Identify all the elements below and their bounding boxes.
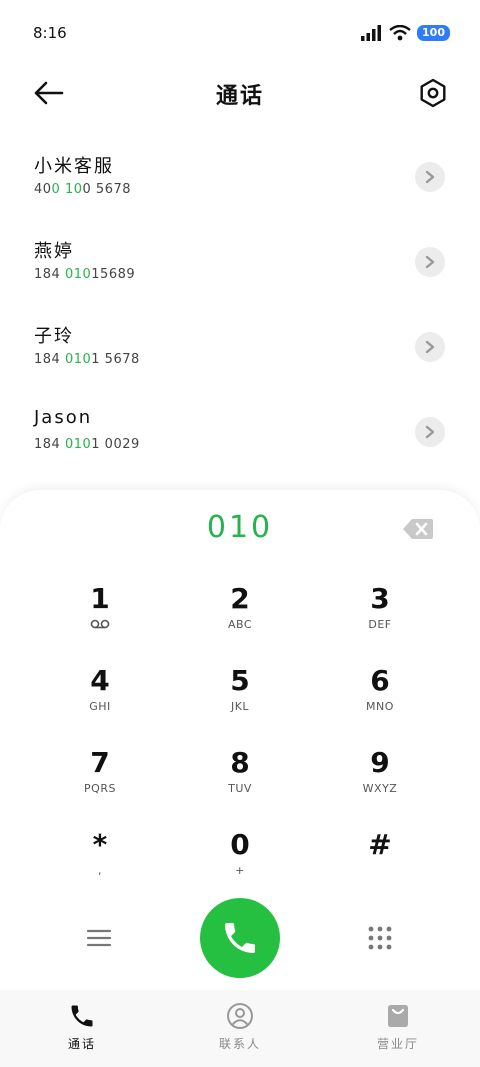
key-letters: PQRS	[84, 782, 116, 795]
key-letters: JKL	[230, 700, 250, 713]
details-button[interactable]	[415, 247, 445, 277]
key-letters: +	[235, 864, 245, 877]
key-letters: TUV	[228, 782, 252, 795]
key-letters: DEF	[368, 618, 392, 631]
chevron-right-icon	[425, 170, 435, 184]
chevron-right-icon	[425, 425, 435, 439]
delete-button[interactable]	[402, 518, 434, 540]
hamburger-menu-icon	[86, 929, 112, 947]
tab-store[interactable]: 营业厅	[338, 1002, 458, 1052]
header: 通话	[0, 66, 480, 122]
tab-label: 通话	[67, 1037, 96, 1051]
key-digit: 7	[90, 746, 110, 779]
key-5[interactable]: 5 JKL	[180, 664, 300, 734]
contact-results-list: 小米客服 400 100 5678 燕婷 184 01015689 子玲 184…	[0, 136, 480, 476]
key-letters: WXYZ	[362, 782, 398, 795]
contact-number: 184 0101 5678	[34, 352, 140, 367]
key-4[interactable]: 4 GHI	[40, 664, 160, 734]
tab-label: 联系人	[218, 1037, 261, 1051]
key-star[interactable]: * ,	[40, 828, 160, 898]
voicemail-icon	[40, 618, 160, 632]
key-letters: GHI	[89, 700, 111, 713]
bottom-tab-bar: 通话 联系人 营业厅	[0, 990, 480, 1067]
details-button[interactable]	[415, 417, 445, 447]
key-8[interactable]: 8 TUV	[180, 746, 300, 816]
list-item[interactable]: Jason 184 0101 0029	[0, 391, 480, 476]
phone-icon	[225, 923, 255, 953]
key-6[interactable]: 6 MNO	[320, 664, 440, 734]
key-digit: #	[368, 828, 392, 861]
key-2[interactable]: 2 ABC	[180, 582, 300, 652]
chevron-right-icon	[425, 255, 435, 269]
key-1[interactable]: 1	[40, 582, 160, 652]
tab-label: 营业厅	[376, 1037, 419, 1051]
key-9[interactable]: 9 WXYZ	[320, 746, 440, 816]
page-title: 通话	[215, 84, 264, 109]
battery-badge: 100	[417, 25, 450, 41]
key-digit: 8	[230, 746, 250, 779]
key-letters: ,	[98, 864, 102, 877]
contacts-icon	[227, 1003, 253, 1029]
key-digit: 3	[370, 582, 390, 615]
list-item[interactable]: 燕婷 184 01015689	[0, 221, 480, 306]
dialpad-icon	[368, 926, 392, 950]
wifi-icon	[389, 25, 411, 41]
settings-button[interactable]	[418, 78, 448, 108]
key-letters: ABC	[227, 618, 253, 631]
tab-calls[interactable]: 通话	[22, 1002, 142, 1052]
key-digit: 4	[90, 664, 110, 697]
key-digit: 6	[370, 664, 390, 697]
key-digit: 5	[230, 664, 250, 697]
chevron-right-icon	[425, 340, 435, 354]
key-digit: 1	[90, 582, 110, 615]
key-digit: 9	[370, 746, 390, 779]
list-item[interactable]: 小米客服 400 100 5678	[0, 136, 480, 221]
contact-number: 400 100 5678	[34, 182, 132, 197]
tab-contacts[interactable]: 联系人	[180, 1002, 300, 1052]
status-bar: 8:16 100	[0, 0, 480, 66]
settings-hexagon-icon	[420, 78, 446, 108]
key-hash[interactable]: #	[320, 828, 440, 898]
key-letters	[320, 864, 440, 878]
call-button[interactable]	[200, 898, 280, 978]
contact-name: Jason	[34, 407, 93, 428]
status-icons: 100	[361, 22, 450, 44]
keypad-toggle-button[interactable]	[366, 924, 394, 952]
contact-name: 小米客服	[34, 156, 114, 177]
details-button[interactable]	[415, 162, 445, 192]
key-letters: MNO	[366, 700, 394, 713]
contact-name: 子玲	[34, 326, 74, 347]
signal-icon	[361, 25, 382, 41]
key-digit: 2	[230, 582, 250, 615]
key-digit: *	[92, 828, 108, 861]
store-icon	[388, 1005, 408, 1027]
key-3[interactable]: 3 DEF	[320, 582, 440, 652]
list-item[interactable]: 子玲 184 0101 5678	[0, 306, 480, 391]
contact-number: 184 01015689	[34, 267, 136, 282]
backspace-icon	[403, 519, 433, 539]
phone-icon	[71, 1005, 93, 1027]
status-time: 8:16	[33, 24, 67, 42]
key-0[interactable]: 0 +	[180, 828, 300, 898]
details-button[interactable]	[415, 332, 445, 362]
contact-number: 184 0101 0029	[34, 437, 140, 452]
contact-name: 燕婷	[34, 241, 74, 262]
key-digit: 0	[230, 828, 250, 861]
dialer-actions	[0, 898, 480, 982]
key-7[interactable]: 7 PQRS	[40, 746, 160, 816]
dialer-panel: 010 1 2 ABC 3 DEF 4 GHI 5 JKL 6 MNO 7 PQ…	[0, 490, 480, 990]
menu-button[interactable]	[86, 926, 112, 950]
